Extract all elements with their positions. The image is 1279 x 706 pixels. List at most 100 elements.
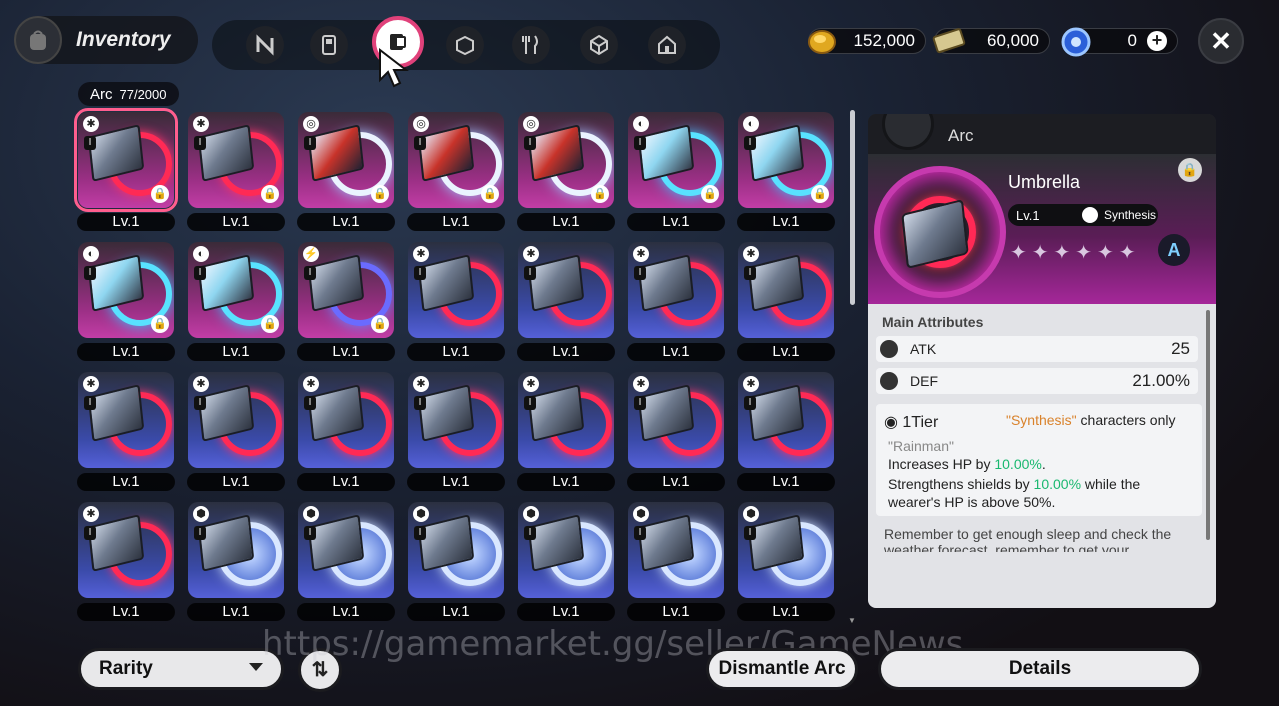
arc-affinity: Synthesis — [1104, 208, 1157, 222]
tab-home[interactable] — [648, 26, 686, 64]
arc-card[interactable]: ◎ I 🔒 — [518, 112, 614, 208]
arc-level-label: Lv.1 — [187, 213, 285, 231]
arc-level-label: Lv.1 — [407, 343, 505, 361]
rarity-dropdown[interactable]: Rarity — [78, 648, 284, 690]
tier-marker: I — [524, 396, 536, 410]
arc-level-label: Lv.1 — [187, 473, 285, 491]
add-orbs-button[interactable]: + — [1147, 31, 1167, 51]
tier-text: 1Tier — [902, 414, 939, 431]
arc-card[interactable]: ✱ I — [628, 242, 724, 338]
arc-card[interactable]: ⬢ I — [628, 502, 724, 598]
arc-card[interactable]: ◎ I 🔒 — [298, 112, 394, 208]
arc-level-label: Lv.1 — [297, 473, 395, 491]
detail-header: Arc — [868, 114, 1216, 154]
fork-knife-icon — [522, 35, 538, 54]
arc-card[interactable]: ⬢ I — [298, 502, 394, 598]
detail-lock-icon[interactable]: 🔒 — [1178, 158, 1202, 182]
tier-marker: I — [84, 136, 96, 150]
tab-food[interactable] — [512, 26, 550, 64]
arc-card[interactable]: ◐ I 🔒 — [738, 112, 834, 208]
close-button[interactable]: ✕ — [1198, 18, 1244, 64]
arc-card[interactable]: ✱ I 🔒 — [74, 108, 178, 212]
affinity-icon: ✱ — [633, 246, 649, 262]
arc-card[interactable]: ✱ I — [518, 372, 614, 468]
tab-material[interactable] — [580, 26, 618, 64]
affinity-icon: ✱ — [193, 116, 209, 132]
arc-card[interactable]: ◐ I 🔒 — [78, 242, 174, 338]
house-icon — [658, 35, 676, 54]
tier-effect-box: ◉ 1Tier "Synthesis" characters only "Rai… — [876, 404, 1202, 516]
affinity-icon: ◐ — [193, 246, 209, 262]
arc-level-label: Lv.1 — [627, 213, 725, 231]
ticket-amount: 60,000 — [987, 31, 1039, 50]
handheld-icon — [322, 35, 336, 55]
affinity-icon: ⬢ — [743, 506, 759, 522]
gold-currency: 152,000 — [808, 28, 926, 54]
tier-marker: I — [634, 266, 646, 280]
tier-marker: I — [84, 396, 96, 410]
arc-card[interactable]: ⚡ I 🔒 — [298, 242, 394, 338]
attr-value: 21.00% — [1132, 371, 1190, 390]
affinity-icon: ✱ — [303, 376, 319, 392]
synthesis-icon — [1082, 207, 1098, 223]
arc-card[interactable]: ✱ I — [298, 372, 394, 468]
arc-card[interactable]: ✱ I — [738, 372, 834, 468]
arc-card[interactable]: ⬢ I — [188, 502, 284, 598]
grid-scrollbar[interactable] — [850, 110, 855, 305]
arc-card[interactable]: ✱ I — [518, 242, 614, 338]
affinity-icon: ✱ — [193, 376, 209, 392]
arc-card[interactable]: ✱ I — [738, 242, 834, 338]
effect-line-1: Increases HP by 10.00%. — [888, 456, 1046, 472]
lock-icon: 🔒 — [481, 185, 499, 203]
arc-level-label: Lv.1 — [297, 603, 395, 621]
detail-type-label: Arc — [948, 126, 974, 145]
arc-card[interactable]: ✱ I — [188, 372, 284, 468]
req-suffix: characters only — [1076, 412, 1176, 428]
tier-marker: I — [304, 266, 316, 280]
arc-level-label: Lv.1 — [187, 343, 285, 361]
tier-label: ◉ 1Tier — [884, 414, 939, 431]
tier-marker: I — [524, 526, 536, 540]
arc-card[interactable]: ✱ I — [628, 372, 724, 468]
arc-card[interactable]: ⬢ I — [408, 502, 504, 598]
dismantle-arc-button[interactable]: Dismantle Arc — [706, 648, 858, 690]
tier-marker: I — [634, 396, 646, 410]
tier-marker: I — [304, 396, 316, 410]
arc-card[interactable]: ◐ I 🔒 — [628, 112, 724, 208]
detail-scrollbar[interactable] — [1206, 310, 1210, 540]
affinity-icon: ✱ — [743, 246, 759, 262]
arc-card[interactable]: ⬢ I — [738, 502, 834, 598]
tab-character[interactable] — [246, 26, 284, 64]
arc-card[interactable]: ✱ I — [78, 372, 174, 468]
affinity-icon: ✱ — [83, 506, 99, 522]
arc-card[interactable]: ✱ I — [78, 502, 174, 598]
arc-card[interactable]: ⬢ I — [518, 502, 614, 598]
lock-icon: 🔒 — [811, 185, 829, 203]
arc-card[interactable]: ✱ I 🔒 — [188, 112, 284, 208]
lock-icon: 🔒 — [371, 185, 389, 203]
gold-coin-icon — [808, 30, 836, 54]
box-icon — [456, 35, 474, 56]
tab-box[interactable] — [446, 26, 484, 64]
line2-prefix: Strengthens shields by — [888, 476, 1034, 492]
ticket-icon — [932, 28, 966, 54]
arc-card[interactable]: ◎ I 🔒 — [408, 112, 504, 208]
affinity-icon: ✱ — [743, 376, 759, 392]
flavor-text: Remember to get enough sleep and check t… — [884, 526, 1172, 552]
tier-marker: I — [414, 526, 426, 540]
arc-card[interactable]: ✱ I — [408, 372, 504, 468]
tab-device[interactable] — [310, 26, 348, 64]
arc-card[interactable]: ◐ I 🔒 — [188, 242, 284, 338]
details-button[interactable]: Details — [878, 648, 1202, 690]
line1-value: 10.00% — [994, 456, 1042, 472]
main-attributes-title: Main Attributes — [882, 314, 984, 330]
attr-value: 25 — [1171, 339, 1190, 358]
pointer-cursor-icon — [379, 48, 409, 88]
tier-marker: I — [414, 396, 426, 410]
tier-marker: I — [304, 526, 316, 540]
affinity-icon: ◎ — [523, 116, 539, 132]
attr-label: DEF — [910, 373, 938, 389]
lock-icon: 🔒 — [701, 185, 719, 203]
req-affinity: "Synthesis" — [1006, 412, 1077, 428]
arc-card[interactable]: ✱ I — [408, 242, 504, 338]
